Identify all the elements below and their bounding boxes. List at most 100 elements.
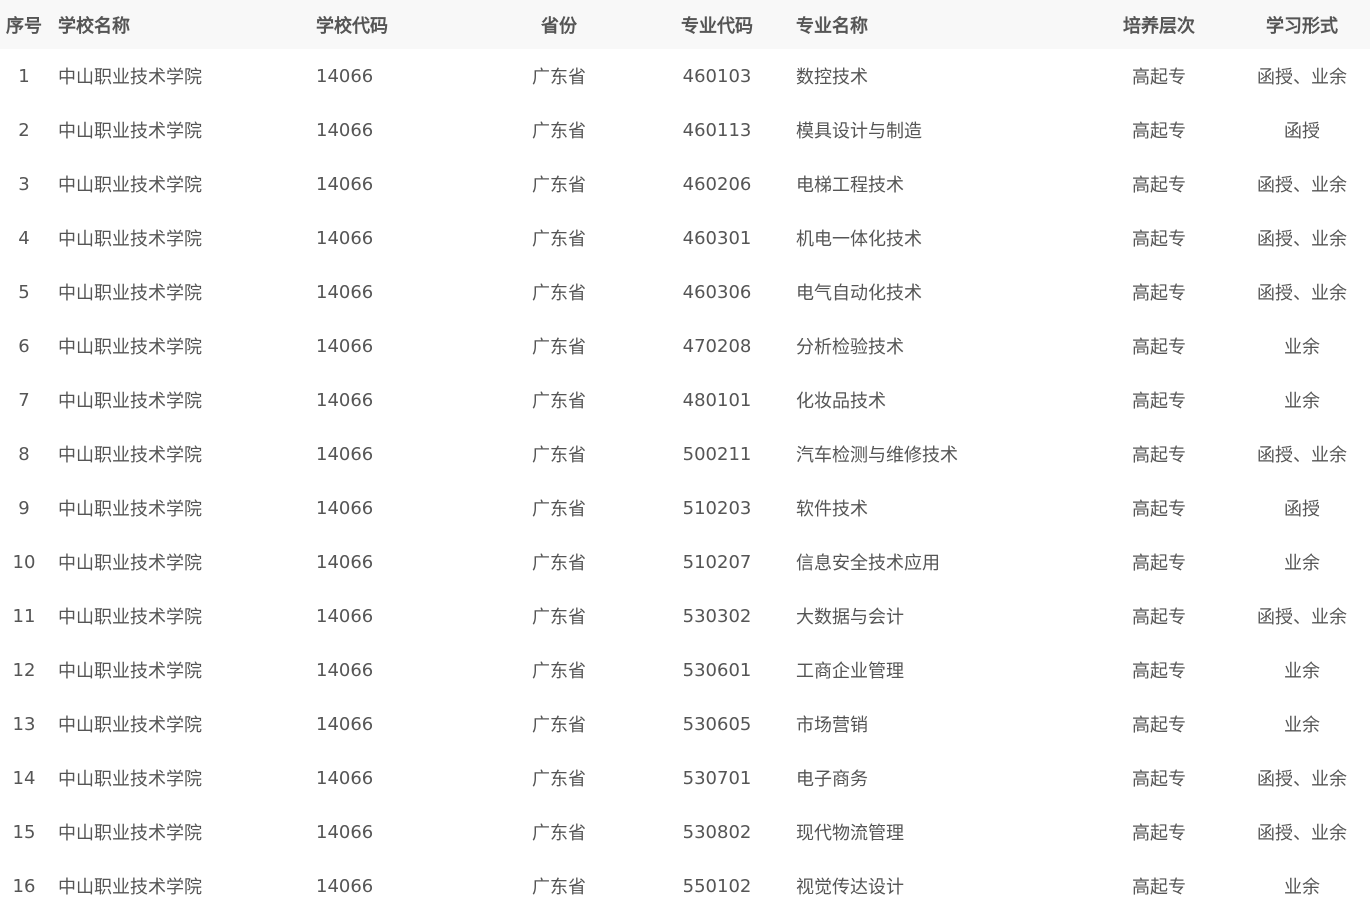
cell-study-form: 业余 [1284,877,1320,898]
cell-school-name: 中山职业技术学院 [58,175,202,196]
cell-level: 高起专 [1132,175,1186,196]
cell-province: 广东省 [532,661,586,682]
table-row: 6 中山职业技术学院 14066 广东省 470208 分析检验技术 高起专 业余 [0,319,1370,373]
cell-major-name: 现代物流管理 [796,823,904,844]
cell-province: 广东省 [532,607,586,628]
table-row: 2 中山职业技术学院 14066 广东省 460113 模具设计与制造 高起专 函授 [0,103,1370,157]
cell-school-code: 14066 [316,605,374,627]
cell-level: 高起专 [1132,823,1186,844]
cell-study-form: 函授、业余 [1257,607,1347,628]
table-row: 9 中山职业技术学院 14066 广东省 510203 软件技术 高起专 函授 [0,481,1370,535]
cell-major-code: 500211 [682,443,752,465]
cell-level: 高起专 [1132,391,1186,412]
cell-school-name: 中山职业技术学院 [58,769,202,790]
cell-study-form: 函授 [1284,499,1320,520]
cell-province: 广东省 [532,175,586,196]
header-province: 省份 [541,15,577,37]
table-row: 7 中山职业技术学院 14066 广东省 480101 化妆品技术 高起专 业余 [0,373,1370,427]
cell-major-code: 530802 [682,821,752,843]
header-major-code: 专业代码 [681,15,753,37]
header-school-code: 学校代码 [316,15,388,37]
cell-major-code: 460301 [682,227,752,249]
table-row: 10 中山职业技术学院 14066 广东省 510207 信息安全技术应用 高起专 业余 [0,535,1370,589]
cell-study-form: 函授、业余 [1257,229,1347,250]
table-row: 12 中山职业技术学院 14066 广东省 530601 工商企业管理 高起专 业余 [0,643,1370,697]
cell-index: 2 [18,119,30,141]
cell-level: 高起专 [1132,283,1186,304]
header-index: 序号 [6,15,42,37]
cell-major-name: 化妆品技术 [796,391,886,412]
cell-major-code: 460206 [682,173,752,195]
cell-school-name: 中山职业技术学院 [58,877,202,898]
table-row: 5 中山职业技术学院 14066 广东省 460306 电气自动化技术 高起专 函授、业余 [0,265,1370,319]
cell-school-code: 14066 [316,227,374,249]
cell-school-code: 14066 [316,497,374,519]
cell-index: 5 [18,281,30,303]
cell-level: 高起专 [1132,715,1186,736]
cell-school-code: 14066 [316,821,374,843]
cell-level: 高起专 [1132,769,1186,790]
header-study-form: 学习形式 [1266,15,1338,37]
cell-major-name: 数控技术 [796,67,868,88]
cell-major-code: 510207 [682,551,752,573]
cell-school-name: 中山职业技术学院 [58,67,202,88]
cell-school-name: 中山职业技术学院 [58,553,202,574]
cell-province: 广东省 [532,283,586,304]
cell-province: 广东省 [532,769,586,790]
cell-study-form: 函授、业余 [1257,175,1347,196]
table-body: 1 中山职业技术学院 14066 广东省 460103 数控技术 高起专 函授、业余 2 中山职业… [0,49,1370,912]
cell-province: 广东省 [532,391,586,412]
cell-index: 15 [12,821,36,843]
header-school-name: 学校名称 [58,15,130,37]
cell-major-code: 530302 [682,605,752,627]
cell-index: 16 [12,875,36,897]
cell-school-code: 14066 [316,65,374,87]
cell-index: 13 [12,713,36,735]
table-row: 3 中山职业技术学院 14066 广东省 460206 电梯工程技术 高起专 函授、业余 [0,157,1370,211]
cell-index: 12 [12,659,36,681]
cell-school-code: 14066 [316,281,374,303]
table-row: 14 中山职业技术学院 14066 广东省 530701 电子商务 高起专 函授、业余 [0,751,1370,805]
cell-province: 广东省 [532,823,586,844]
cell-study-form: 函授、业余 [1257,445,1347,466]
cell-province: 广东省 [532,67,586,88]
cell-major-code: 460113 [682,119,752,141]
cell-major-name: 分析检验技术 [796,337,904,358]
cell-major-name: 工商企业管理 [796,661,904,682]
cell-study-form: 函授、业余 [1257,283,1347,304]
table-row: 15 中山职业技术学院 14066 广东省 530802 现代物流管理 高起专 函授、业余 [0,805,1370,859]
header-row: 序号 学校名称 学校代码 省份 专业代码 专业名称 培养层次 学习形式 [0,0,1370,49]
table-row: 11 中山职业技术学院 14066 广东省 530302 大数据与会计 高起专 函授、业余 [0,589,1370,643]
cell-province: 广东省 [532,337,586,358]
cell-major-name: 模具设计与制造 [796,121,922,142]
cell-index: 1 [18,65,30,87]
cell-index: 6 [18,335,30,357]
cell-study-form: 函授、业余 [1257,823,1347,844]
cell-level: 高起专 [1132,607,1186,628]
cell-major-code: 530605 [682,713,752,735]
cell-index: 7 [18,389,30,411]
cell-province: 广东省 [532,445,586,466]
majors-table: 序号 学校名称 学校代码 省份 专业代码 专业名称 培养层次 学习形式 1 中山职… [0,0,1370,912]
cell-level: 高起专 [1132,229,1186,250]
cell-major-code: 460103 [682,65,752,87]
cell-study-form: 函授 [1284,121,1320,142]
cell-level: 高起专 [1132,445,1186,466]
table-row: 13 中山职业技术学院 14066 广东省 530605 市场营销 高起专 业余 [0,697,1370,751]
cell-index: 3 [18,173,30,195]
cell-province: 广东省 [532,229,586,250]
cell-major-name: 电气自动化技术 [796,283,922,304]
cell-level: 高起专 [1132,877,1186,898]
cell-major-code: 460306 [682,281,752,303]
cell-index: 4 [18,227,30,249]
cell-level: 高起专 [1132,553,1186,574]
cell-major-name: 视觉传达设计 [796,877,904,898]
cell-school-name: 中山职业技术学院 [58,229,202,250]
cell-school-name: 中山职业技术学院 [58,499,202,520]
cell-index: 11 [12,605,36,627]
cell-major-code: 510203 [682,497,752,519]
cell-major-code: 470208 [682,335,752,357]
table-header: 序号 学校名称 学校代码 省份 专业代码 专业名称 培养层次 学习形式 [0,0,1370,49]
header-level: 培养层次 [1123,15,1195,37]
cell-school-code: 14066 [316,875,374,897]
